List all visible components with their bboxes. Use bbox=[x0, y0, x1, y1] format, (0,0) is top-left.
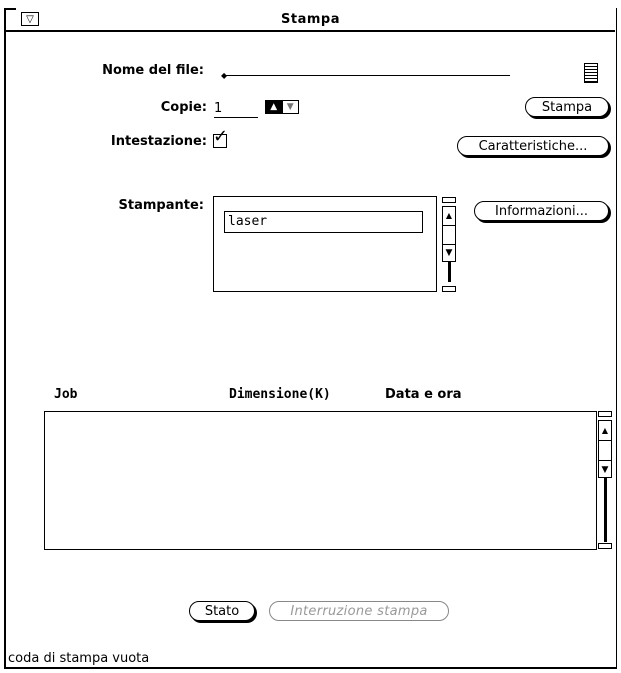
scroll-down-icon[interactable]: ▼ bbox=[599, 461, 611, 479]
cancel-print-button: Interruzione stampa bbox=[269, 601, 449, 621]
job-list[interactable] bbox=[44, 411, 597, 550]
column-header-size: Dimensione(K) bbox=[229, 387, 331, 402]
file-icon[interactable] bbox=[584, 63, 598, 83]
scrollbar-bottom-anchor[interactable] bbox=[442, 286, 456, 292]
scrollbar-cable bbox=[604, 478, 607, 542]
filename-input[interactable] bbox=[226, 75, 510, 76]
printer-label: Stampante: bbox=[118, 198, 204, 213]
column-header-datetime: Data e ora bbox=[385, 387, 462, 402]
copies-stepper[interactable]: ▲ ▼ bbox=[265, 100, 299, 114]
status-button[interactable]: Stato bbox=[189, 601, 255, 621]
properties-button[interactable]: Caratteristiche... bbox=[457, 136, 609, 156]
scroll-up-icon[interactable]: ▲ bbox=[443, 207, 455, 226]
info-button[interactable]: Informazioni... bbox=[474, 201, 609, 221]
scrollbar-top-anchor[interactable] bbox=[598, 411, 612, 417]
window-title: Stampa bbox=[281, 12, 340, 27]
printer-scrollbar-elevator[interactable]: ▲ ▼ bbox=[442, 206, 456, 262]
scrollbar-cable bbox=[448, 262, 451, 282]
filename-label: Nome del file: bbox=[102, 63, 204, 78]
copies-label: Copie: bbox=[160, 100, 207, 115]
header-label: Intestazione: bbox=[110, 134, 207, 149]
column-header-job: Job bbox=[54, 387, 78, 402]
status-message: coda di stampa vuota bbox=[8, 651, 150, 666]
scroll-down-icon[interactable]: ▼ bbox=[443, 245, 455, 262]
scroll-up-icon[interactable]: ▲ bbox=[599, 421, 611, 441]
printer-list-item[interactable]: laser bbox=[224, 211, 423, 233]
print-button[interactable]: Stampa bbox=[525, 97, 609, 117]
scrollbar-bottom-anchor[interactable] bbox=[598, 543, 612, 549]
job-scrollbar-elevator[interactable]: ▲ ▼ bbox=[598, 420, 612, 478]
copies-input[interactable]: 1 bbox=[214, 101, 258, 118]
checkmark-icon: ✓ bbox=[213, 126, 229, 147]
decrement-arrow-icon[interactable]: ▼ bbox=[281, 101, 299, 113]
scrollbar-top-anchor[interactable] bbox=[442, 197, 456, 203]
increment-arrow-icon[interactable]: ▲ bbox=[266, 101, 282, 113]
